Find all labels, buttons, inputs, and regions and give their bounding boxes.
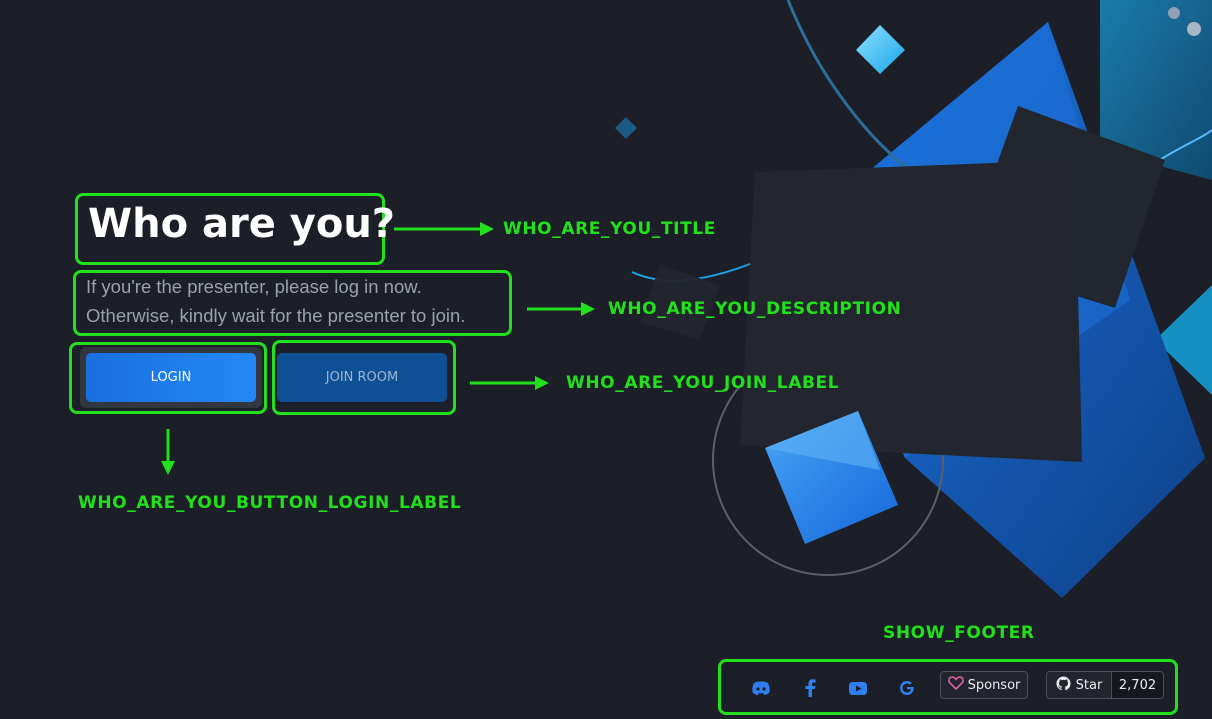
- star-count: 2,702: [1112, 672, 1163, 698]
- page-title: Who are you?: [88, 201, 396, 247]
- description-line-2: Otherwise, kindly wait for the presenter…: [86, 305, 466, 326]
- title-annotation-label: WHO_ARE_YOU_TITLE: [503, 219, 716, 239]
- star-label: Star: [1075, 677, 1103, 693]
- github-icon: [1056, 675, 1071, 695]
- github-star-button[interactable]: Star 2,702: [1046, 671, 1164, 699]
- heart-icon: [947, 676, 964, 694]
- sponsor-button[interactable]: Sponsor: [940, 671, 1028, 699]
- description-line-1: If you're the presenter, please log in n…: [86, 276, 422, 297]
- login-annotation-label: WHO_ARE_YOU_BUTTON_LOGIN_LABEL: [78, 493, 462, 513]
- youtube-icon[interactable]: [847, 679, 869, 697]
- join-annotation-label: WHO_ARE_YOU_JOIN_LABEL: [566, 373, 840, 393]
- description-annotation-label: WHO_ARE_YOU_DESCRIPTION: [608, 299, 902, 319]
- facebook-icon[interactable]: [799, 679, 821, 697]
- google-icon[interactable]: [896, 679, 918, 697]
- discord-icon[interactable]: [750, 679, 772, 697]
- page-description: If you're the presenter, please log in n…: [86, 272, 465, 330]
- footer: Sponsor Star 2,702: [718, 659, 1178, 715]
- login-button[interactable]: LOGIN: [86, 353, 256, 402]
- sponsor-label: Sponsor: [967, 677, 1021, 693]
- join-room-button[interactable]: JOIN ROOM: [277, 353, 447, 402]
- footer-annotation-label: SHOW_FOOTER: [883, 623, 1035, 643]
